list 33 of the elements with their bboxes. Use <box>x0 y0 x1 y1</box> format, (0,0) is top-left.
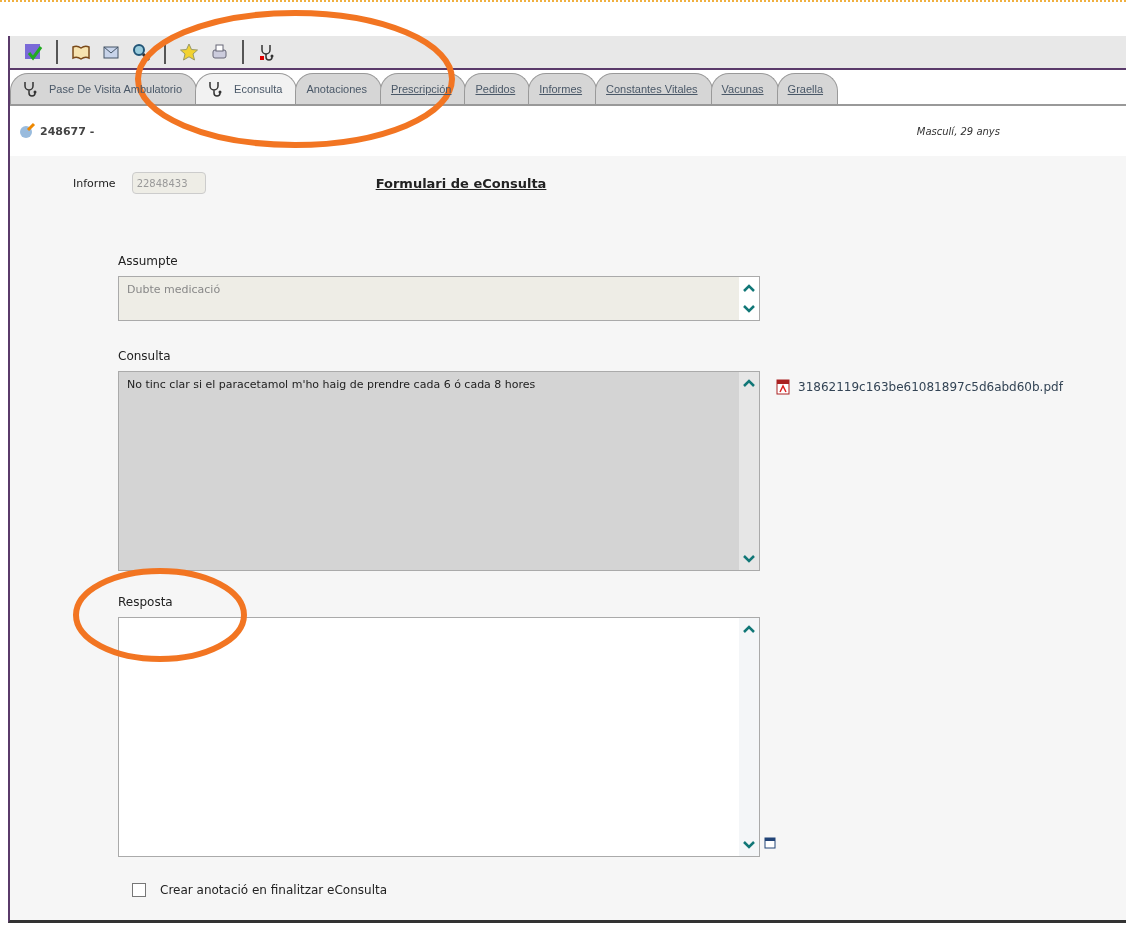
tab[interactable]: Vacunas <box>710 73 779 104</box>
tab[interactable]: Anotaciones <box>295 73 382 104</box>
patient-info: Masculí, 29 anys <box>916 125 1000 137</box>
form-title: Formulari de eConsulta <box>375 175 547 191</box>
query-field[interactable]: No tinc clar si el paracetamol m'ho haig de prendre cada 6 ó cada 8 hores <box>118 371 760 571</box>
expand-icon[interactable] <box>764 837 776 849</box>
checkbox[interactable] <box>132 883 146 897</box>
answer-field[interactable] <box>118 617 760 857</box>
scroll-down-icon[interactable] <box>742 304 756 314</box>
scroll-down-icon[interactable] <box>742 554 756 564</box>
patient-id: 248677 - <box>40 124 95 138</box>
scroll-up-icon[interactable] <box>742 283 756 293</box>
save-icon[interactable] <box>23 42 43 62</box>
scroll-down-icon[interactable] <box>742 840 756 850</box>
checkbox-label: Crear anotació en finalitzar eConsulta <box>160 883 388 897</box>
patient-icon <box>18 122 36 140</box>
attachment-link[interactable]: 31862119c163be61081897c5d6abd60b.pdf <box>776 379 1063 395</box>
subject-label: Assumpte <box>118 254 179 268</box>
query-label: Consulta <box>118 349 172 363</box>
star-icon[interactable] <box>179 42 199 62</box>
tab[interactable]: Constantes Vitales <box>595 73 713 104</box>
subject-field[interactable]: Dubte medicació <box>118 276 760 321</box>
tab[interactable]: Pedidos <box>464 73 531 104</box>
tab[interactable]: Econsulta <box>195 73 298 104</box>
scroll-up-icon[interactable] <box>742 624 756 634</box>
answer-label: Resposta <box>118 595 174 609</box>
pdf-icon <box>776 379 790 395</box>
scroll-up-icon[interactable] <box>742 378 756 388</box>
report-label: Informe <box>73 176 116 190</box>
tab[interactable]: Graella <box>776 73 839 104</box>
book-icon[interactable] <box>71 42 91 62</box>
print-icon[interactable] <box>209 42 229 62</box>
tab[interactable]: Informes <box>528 73 598 104</box>
